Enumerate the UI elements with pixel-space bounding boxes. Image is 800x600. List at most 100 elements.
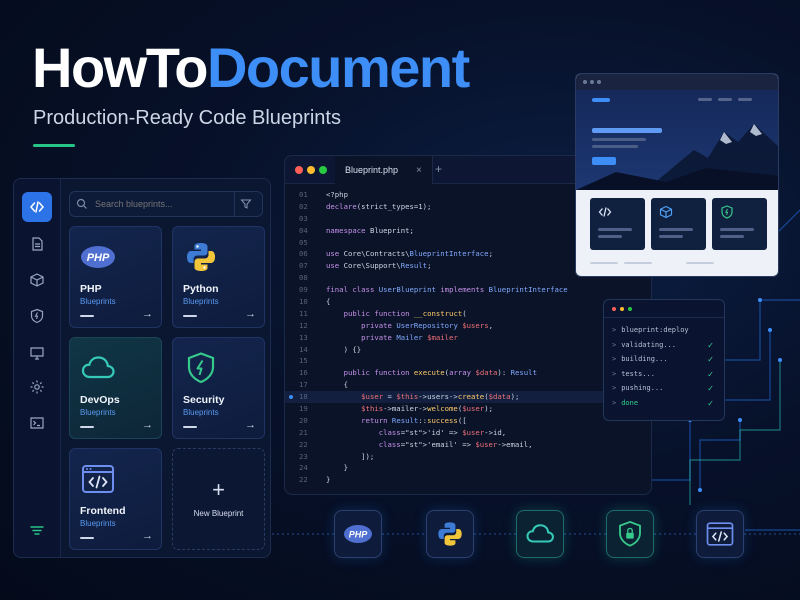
line-code: public function __construct( [343, 308, 467, 318]
code-line[interactable]: 16 public function execute(array $data):… [285, 367, 651, 379]
card-dash [183, 315, 197, 317]
svg-text:PHP: PHP [87, 252, 110, 264]
terminal-prompt: > [612, 369, 617, 378]
terminal-prompt: > [612, 340, 617, 349]
code-line[interactable]: 15 [285, 355, 651, 367]
terminal-text: tests... [621, 369, 655, 378]
check-icon: ✓ [707, 369, 714, 379]
arrow-right-icon[interactable]: → [142, 530, 153, 542]
blueprint-card-php[interactable]: PHP PHP Blueprints → [69, 226, 162, 328]
arrow-right-icon[interactable]: → [142, 419, 153, 431]
blueprint-card-python[interactable]: Python Blueprints → [172, 226, 265, 328]
rail-item-documents[interactable] [22, 229, 52, 259]
preview-dot [597, 80, 601, 84]
code-line[interactable]: 18 $user = $this->users->create($data); [285, 391, 651, 404]
preview-hero [576, 90, 778, 190]
line-number: 08 [299, 273, 308, 283]
pipeline-step-security [606, 510, 654, 558]
line-number: 22 [299, 475, 308, 485]
line-code: <?php [326, 190, 348, 199]
preview-tile [651, 198, 706, 250]
card-title: Python [183, 283, 219, 295]
tagline: Production-Ready Code Blueprints [33, 107, 341, 129]
line-number: 05 [299, 237, 308, 247]
terminal-text: pushing... [621, 384, 664, 392]
terminal-line: > blueprint:deploy [612, 326, 689, 334]
line-number: 11 [299, 308, 308, 318]
code-line[interactable]: 22} [285, 474, 651, 486]
breakpoint-icon[interactable] [289, 395, 293, 400]
preview-tile-text [598, 235, 622, 238]
preview-tile-text [598, 228, 632, 231]
rail-item-security[interactable] [22, 301, 52, 331]
pipeline-php-label: PHP [349, 530, 369, 540]
line-number: 19 [299, 404, 308, 414]
code-line[interactable]: 20 return Result::success([ [285, 415, 651, 427]
rail-item-packages[interactable] [22, 265, 52, 295]
website-preview [575, 73, 779, 277]
card-title: Security [183, 394, 225, 406]
tagline-underline [33, 144, 75, 147]
code-line[interactable]: 22 class="st">'email' => $user->email, [285, 439, 651, 451]
blueprint-card-devops[interactable]: DevOps Blueprints → [69, 337, 162, 439]
line-code: { [326, 380, 348, 390]
line-code: final class UserBlueprint implements Blu… [326, 285, 568, 295]
window-close-dot[interactable] [295, 166, 303, 174]
rail-item-code[interactable] [22, 192, 52, 222]
code-line[interactable]: 19 $this->mailer->welcome($user); [285, 403, 651, 415]
code-line[interactable]: 23 ]); [285, 451, 651, 463]
close-tab-icon[interactable]: × [416, 165, 422, 176]
check-icon: ✓ [707, 340, 714, 350]
rail-item-preview[interactable] [22, 338, 52, 368]
search-input[interactable] [95, 199, 234, 209]
terminal-line: > validating... [612, 341, 676, 349]
rail-item-settings[interactable] [22, 372, 52, 402]
pipeline-step-python [426, 510, 474, 558]
terminal-close-dot[interactable] [612, 307, 616, 311]
card-dash [80, 426, 94, 428]
code-line[interactable]: 17 { [285, 379, 651, 391]
code-line[interactable]: 24 } [285, 462, 651, 474]
preview-footer [686, 262, 714, 264]
add-tab-button[interactable]: + [435, 162, 442, 176]
new-blueprint-button[interactable]: + New Blueprint [172, 448, 265, 550]
code-line[interactable]: 12 private UserRepository $users, [285, 320, 651, 332]
code-line[interactable]: 14 ) {} [285, 344, 651, 356]
terminal-minimize-dot[interactable] [620, 307, 624, 311]
line-code: { [326, 297, 331, 307]
code-line[interactable]: 21 class="st">'id' => $user->id, [285, 427, 651, 439]
php-logo-icon: PHP [81, 246, 115, 268]
code-line[interactable]: 10 { [285, 296, 651, 308]
card-dash [80, 537, 94, 539]
line-number: 22 [299, 439, 308, 449]
blueprint-card-security[interactable]: Security Blueprints → [172, 337, 265, 439]
terminal-maximize-dot[interactable] [628, 307, 632, 311]
blueprint-card-frontend[interactable]: Frontend Blueprints → [69, 448, 162, 550]
line-number: 18 [299, 392, 308, 402]
code-line[interactable]: 11 public function __construct( [285, 308, 651, 320]
card-dash [80, 315, 94, 317]
filter-button[interactable] [234, 192, 256, 216]
window-maximize-dot[interactable] [319, 166, 327, 174]
plus-icon: + [212, 477, 225, 502]
line-code: class="st">'id' => $user->id, [378, 427, 507, 437]
check-icon: ✓ [707, 384, 714, 393]
code-line[interactable]: 09 final class UserBlueprint implements B… [285, 284, 651, 296]
terminal-line: > done [612, 399, 638, 407]
rail-item-terminal[interactable] [22, 408, 52, 438]
preview-footer [590, 262, 618, 264]
window-minimize-dot[interactable] [307, 166, 315, 174]
cloud-icon [526, 524, 554, 543]
new-blueprint-label: New Blueprint [193, 509, 244, 518]
arrow-right-icon[interactable]: → [142, 308, 153, 320]
card-subtitle: Blueprints [80, 408, 116, 417]
arrow-right-icon[interactable]: → [245, 419, 256, 431]
line-number: 23 [299, 451, 308, 461]
code-line[interactable]: 13 private Mailer $mailer [285, 332, 651, 344]
preview-tile-text [659, 235, 683, 238]
card-subtitle: Blueprints [183, 408, 219, 417]
tab-blueprint-php[interactable]: Blueprint.php × [335, 156, 433, 184]
arrow-right-icon[interactable]: → [245, 308, 256, 320]
brand-word-document: Document [206, 36, 470, 99]
rail-item-menu[interactable] [22, 515, 52, 545]
